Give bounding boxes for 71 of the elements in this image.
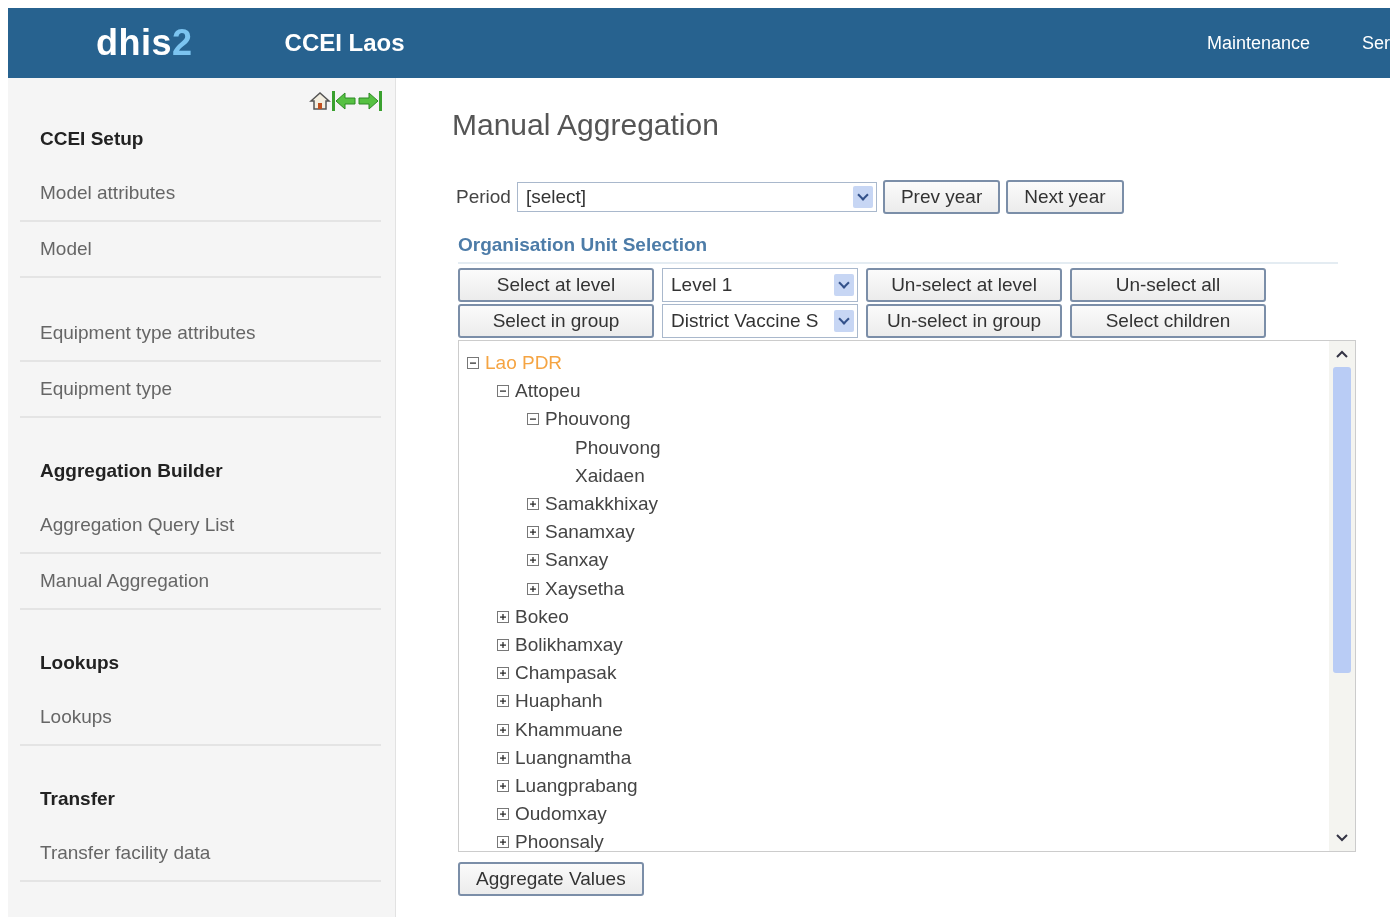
tree-node[interactable]: Luangprabang (515, 774, 638, 797)
expand-icon[interactable] (497, 836, 511, 849)
tree-node[interactable]: Khammuane (515, 718, 623, 741)
expand-icon[interactable] (527, 554, 541, 567)
tree-node[interactable]: Sanamxay (545, 521, 635, 544)
tree-node[interactable]: Huaphanh (515, 690, 603, 713)
section-heading: CCEI Setup (39, 127, 145, 151)
menu-link[interactable]: Ser (1362, 32, 1390, 54)
collapse-icon[interactable] (527, 413, 541, 426)
expand-icon[interactable] (497, 667, 511, 680)
tree-node[interactable]: Xaysetha (545, 577, 625, 600)
select-button[interactable]: Un-select at level (866, 268, 1062, 302)
select-button[interactable]: Un-select all (1070, 268, 1266, 302)
expand-icon[interactable] (527, 526, 541, 539)
aggregate-button[interactable]: Aggregate Values (458, 862, 644, 896)
sidebar-link[interactable]: Equipment type attributes (40, 322, 256, 344)
year-button[interactable]: Next year (1006, 180, 1124, 214)
menu-link[interactable]: Maintenance (1206, 32, 1310, 54)
year-button[interactable]: Prev year (882, 180, 1001, 214)
caret-icon (852, 186, 873, 208)
section-heading: Organisation Unit Selection (458, 234, 1338, 264)
tree-node[interactable]: Samakkhixay (545, 493, 658, 516)
tree-node[interactable]: Xaidaen (575, 464, 645, 487)
logo[interactable]: dhis2 (96, 22, 193, 64)
dropdown[interactable]: Level 1 (662, 268, 858, 302)
sidebar-link[interactable]: Equipment type (40, 378, 173, 400)
select-button[interactable]: Select children (1070, 304, 1266, 338)
expand-icon[interactable] (497, 610, 511, 623)
collapse-icon[interactable] (497, 385, 511, 398)
tree-node[interactable]: Oudomxay (515, 803, 607, 826)
expand-arrow-icon[interactable] (357, 89, 383, 113)
sidebar-link[interactable]: Manual Aggregation (40, 570, 209, 592)
section-heading: Lookups (39, 651, 121, 675)
collapse-arrow-icon[interactable] (331, 89, 357, 113)
period-label: Period (456, 186, 511, 208)
tree-node[interactable]: Phoonsaly (515, 831, 604, 854)
tree-node[interactable]: Phouvong (575, 436, 661, 459)
sidebar-link[interactable]: Model attributes (40, 182, 176, 204)
expand-icon[interactable] (527, 582, 541, 595)
section-heading: Aggregation Builder (39, 459, 224, 483)
tree-node[interactable]: Luangnamtha (515, 746, 632, 769)
sidebar-link[interactable]: Model (40, 238, 92, 260)
tree-node[interactable]: Phouvong (545, 408, 631, 431)
expand-icon[interactable] (527, 498, 541, 511)
select-button[interactable]: Select in group (458, 304, 654, 338)
tree-node[interactable]: Bolikhamxay (515, 633, 623, 656)
expand-icon[interactable] (497, 723, 511, 736)
expand-icon[interactable] (497, 638, 511, 651)
tree-node[interactable]: Attopeu (515, 380, 581, 403)
caret-icon (834, 310, 854, 332)
period-select[interactable]: [select] (516, 182, 877, 212)
expand-icon[interactable] (497, 779, 511, 792)
caret-icon (834, 274, 854, 296)
expand-icon[interactable] (497, 808, 511, 821)
scrollbar[interactable] (1329, 341, 1355, 851)
home-icon[interactable] (309, 90, 331, 112)
sidebar-link[interactable]: Transfer facility data (40, 842, 211, 864)
expand-icon[interactable] (497, 695, 511, 708)
dropdown[interactable]: District Vaccine S (662, 304, 858, 338)
sidebar-link[interactable]: Aggregation Query List (40, 514, 235, 536)
expand-icon[interactable] (497, 751, 511, 764)
select-button[interactable]: Un-select in group (866, 304, 1062, 338)
tree-node[interactable]: Champasak (515, 662, 617, 685)
select-button[interactable]: Select at level (458, 268, 654, 302)
app-title: CCEI Laos (284, 29, 405, 57)
collapse-icon[interactable] (467, 357, 481, 370)
tree-node[interactable]: Bokeo (515, 605, 569, 628)
sidebar-link[interactable]: Lookups (40, 706, 112, 728)
page-title: Manual Aggregation (452, 108, 720, 142)
tree-node[interactable]: Sanxay (545, 549, 609, 572)
section-heading: Transfer (39, 787, 116, 811)
